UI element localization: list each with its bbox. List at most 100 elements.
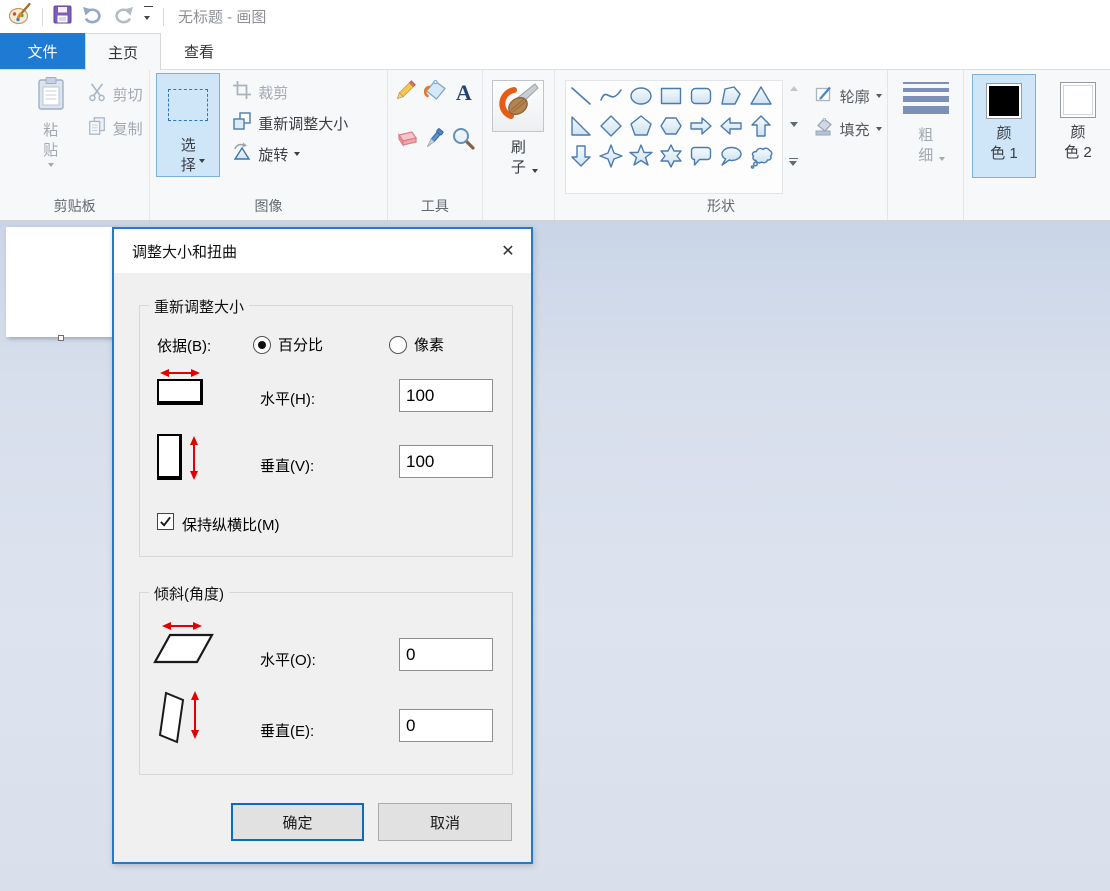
group-brushes: 刷子 bbox=[483, 70, 555, 220]
customize-toolbar-dropdown-icon[interactable] bbox=[144, 6, 153, 28]
shape-rectangle[interactable] bbox=[656, 81, 686, 111]
shapes-group-label: 形状 bbox=[555, 194, 888, 220]
shape-pentagon[interactable] bbox=[626, 111, 656, 141]
crop-icon bbox=[232, 80, 252, 104]
text-tool-icon: A bbox=[456, 82, 472, 104]
shape-five-point-star[interactable] bbox=[626, 141, 656, 171]
cut-label: 剪切 bbox=[113, 84, 143, 105]
ribbon: 粘贴 剪切 bbox=[0, 70, 1110, 221]
shape-gallery-scrollbar bbox=[786, 80, 802, 172]
radio-selected-icon bbox=[253, 336, 271, 354]
copy-button[interactable]: 复制 bbox=[87, 116, 143, 140]
tab-home[interactable]: 主页 bbox=[85, 33, 161, 70]
pencil-icon bbox=[393, 78, 418, 108]
scroll-up-icon[interactable] bbox=[790, 86, 798, 91]
rotate-button[interactable]: 旋转 bbox=[232, 142, 348, 166]
clipboard-icon bbox=[34, 76, 68, 117]
horizontal-skew-icon bbox=[153, 631, 215, 670]
shape-diamond[interactable] bbox=[596, 111, 626, 141]
shape-ellipse[interactable] bbox=[626, 81, 656, 111]
size-button[interactable]: 粗细 bbox=[903, 82, 949, 194]
shape-fill-button[interactable]: 填充 bbox=[814, 117, 882, 141]
group-shapes: 轮廓 填充 bbox=[555, 70, 889, 220]
brushes-button[interactable]: 刷子 bbox=[492, 80, 544, 194]
paint-logo-icon[interactable] bbox=[8, 2, 32, 31]
rotate-icon bbox=[232, 142, 252, 166]
size-group-spacer bbox=[888, 194, 963, 220]
gallery-expand-icon[interactable] bbox=[789, 158, 798, 167]
color1-label: 颜色 1 bbox=[990, 124, 1018, 163]
shape-arrow-left[interactable] bbox=[716, 111, 746, 141]
shape-cloud-callout[interactable] bbox=[746, 141, 776, 171]
resize-group-label: 重新调整大小 bbox=[149, 296, 249, 317]
shape-oval-callout[interactable] bbox=[716, 141, 746, 171]
shape-arrow-up[interactable] bbox=[746, 111, 776, 141]
shape-right-triangle[interactable] bbox=[566, 111, 596, 141]
shape-six-point-star[interactable] bbox=[656, 141, 686, 171]
ok-button[interactable]: 确定 bbox=[231, 803, 364, 841]
shape-arrow-down[interactable] bbox=[566, 141, 596, 171]
outline-button[interactable]: 轮廓 bbox=[814, 84, 882, 108]
cut-button[interactable]: 剪切 bbox=[87, 82, 143, 106]
shape-rounded-callout[interactable] bbox=[686, 141, 716, 171]
brushes-dropdown-icon bbox=[532, 169, 538, 173]
tools-group-label: 工具 bbox=[388, 194, 482, 220]
color2-button[interactable]: 颜色 2 bbox=[1046, 74, 1110, 178]
dialog-close-button[interactable]: ✕ bbox=[485, 229, 531, 273]
eraser-tool-button[interactable] bbox=[393, 128, 419, 154]
text-tool-button[interactable]: A bbox=[451, 80, 477, 106]
shape-four-point-star[interactable] bbox=[596, 141, 626, 171]
save-icon[interactable] bbox=[53, 5, 72, 29]
resize-label: 重新调整大小 bbox=[258, 113, 348, 134]
keep-aspect-checkbox[interactable] bbox=[157, 513, 174, 530]
color1-button[interactable]: 颜色 1 bbox=[972, 74, 1036, 178]
shape-curve[interactable] bbox=[596, 81, 626, 111]
crop-button[interactable]: 裁剪 bbox=[232, 80, 348, 104]
dialog-title: 调整大小和扭曲 bbox=[132, 241, 237, 262]
resize-by-label: 依据(B): bbox=[157, 335, 211, 356]
eyedropper-icon bbox=[422, 126, 447, 156]
checkmark-icon bbox=[159, 515, 172, 528]
resize-button[interactable]: 重新调整大小 bbox=[232, 111, 348, 135]
shape-rounded-rectangle[interactable] bbox=[686, 81, 716, 111]
magnifier-tool-button[interactable] bbox=[451, 128, 477, 154]
vertical-stretch-icon bbox=[157, 434, 182, 480]
fill-tool-button[interactable] bbox=[422, 80, 448, 106]
scroll-down-icon[interactable] bbox=[790, 122, 798, 127]
redo-icon[interactable] bbox=[113, 5, 134, 29]
shape-line[interactable] bbox=[566, 81, 596, 111]
color-picker-tool-button[interactable] bbox=[422, 128, 448, 154]
skew-horizontal-input[interactable] bbox=[399, 638, 493, 671]
select-button[interactable]: 选择 bbox=[156, 73, 220, 177]
resize-group: 重新调整大小 依据(B): 百分比 像素 bbox=[139, 305, 513, 557]
brush-icon bbox=[497, 83, 539, 130]
ribbon-tab-bar: 文件 主页 查看 bbox=[0, 33, 1110, 70]
canvas[interactable] bbox=[6, 227, 116, 337]
canvas-resize-handle-bottom[interactable] bbox=[58, 335, 64, 341]
title-bar: 无标题 - 画图 bbox=[0, 0, 1110, 33]
percentage-option-label: 百分比 bbox=[278, 334, 323, 355]
undo-icon[interactable] bbox=[82, 5, 103, 29]
dialog-title-bar[interactable]: 调整大小和扭曲 ✕ bbox=[114, 229, 531, 273]
copy-icon bbox=[87, 116, 107, 140]
resize-vertical-input[interactable] bbox=[399, 445, 493, 478]
shape-triangle[interactable] bbox=[746, 81, 776, 111]
tab-view[interactable]: 查看 bbox=[161, 33, 237, 69]
radio-pixels[interactable]: 像素 bbox=[389, 334, 444, 355]
scissors-icon bbox=[87, 82, 107, 106]
copy-label: 复制 bbox=[113, 118, 143, 139]
shape-hexagon[interactable] bbox=[656, 111, 686, 141]
group-tools: A bbox=[388, 70, 483, 220]
keep-aspect-label: 保持纵横比(M) bbox=[182, 514, 280, 535]
paste-button[interactable]: 粘贴 bbox=[19, 76, 83, 194]
size-label: 粗细 bbox=[917, 126, 934, 165]
skew-vertical-input[interactable] bbox=[399, 709, 493, 742]
shape-arrow-right[interactable] bbox=[686, 111, 716, 141]
pencil-tool-button[interactable] bbox=[393, 80, 419, 106]
resize-horizontal-input[interactable] bbox=[399, 379, 493, 412]
shape-polygon[interactable] bbox=[716, 81, 746, 111]
radio-percentage[interactable]: 百分比 bbox=[253, 334, 323, 355]
image-group-label: 图像 bbox=[150, 194, 387, 220]
tab-file[interactable]: 文件 bbox=[0, 33, 85, 69]
cancel-button[interactable]: 取消 bbox=[378, 803, 512, 841]
